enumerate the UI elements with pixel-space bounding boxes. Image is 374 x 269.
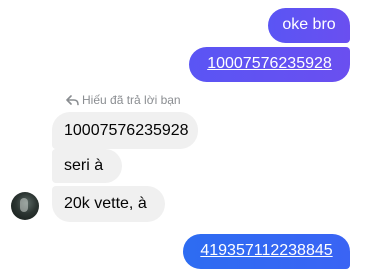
incoming-message-bubble[interactable]: 10007576235928: [52, 112, 198, 149]
outgoing-message-bubble[interactable]: oke bro: [268, 8, 350, 43]
reply-indicator: Hiếu đã trả lời bạn: [66, 93, 181, 107]
message-text: oke bro: [282, 16, 336, 33]
reply-indicator-text: Hiếu đã trả lời bạn: [82, 93, 181, 107]
contact-avatar[interactable]: [11, 192, 39, 220]
message-link-text[interactable]: 10007576235928: [207, 55, 332, 72]
outgoing-message-bubble[interactable]: 419357112238845: [183, 234, 350, 269]
incoming-message-bubble[interactable]: 20k vette, à: [52, 186, 165, 222]
message-link-text[interactable]: 419357112238845: [200, 242, 332, 259]
message-text: 20k vette, à: [64, 195, 147, 212]
message-text: 10007576235928: [64, 122, 189, 139]
outgoing-message-bubble[interactable]: 10007576235928: [189, 47, 350, 82]
reply-arrow-icon: [66, 94, 79, 105]
incoming-message-bubble[interactable]: seri à: [52, 149, 122, 183]
message-text: seri à: [64, 157, 104, 174]
